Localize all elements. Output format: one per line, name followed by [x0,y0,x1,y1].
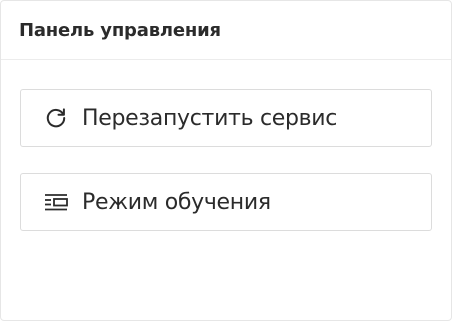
panel-title: Панель управления [19,19,221,41]
learning-mode-button[interactable]: Режим обучения [20,173,432,231]
learning-mode-icon [43,189,69,215]
refresh-icon [43,105,69,131]
panel-header: Панель управления [1,1,451,60]
restart-service-label: Перезапустить сервис [82,105,338,131]
learning-mode-label: Режим обучения [82,189,271,215]
restart-service-button[interactable]: Перезапустить сервис [20,89,432,147]
control-panel: Панель управления Перезапустить сервис Р… [0,0,452,321]
